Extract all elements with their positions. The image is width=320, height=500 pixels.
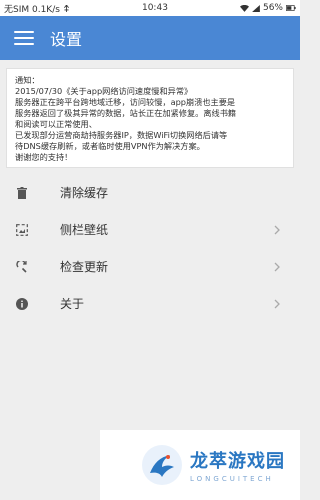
trash-icon bbox=[16, 186, 28, 199]
wifi-icon bbox=[239, 4, 249, 12]
notice-line: 和阅读可以正常使用、 bbox=[15, 119, 97, 129]
menu-item-about[interactable]: 关于 bbox=[0, 285, 300, 322]
menu-item-check-update[interactable]: 检查更新 bbox=[0, 248, 300, 285]
hamburger-icon[interactable] bbox=[14, 31, 34, 45]
carrier-text: 无SIM 0.1K/s bbox=[4, 4, 60, 15]
info-icon bbox=[16, 297, 28, 310]
chevron-right-icon bbox=[272, 225, 282, 235]
notice-line: 2015/07/30《关于app网络访问速度慢和异常》 bbox=[15, 86, 193, 96]
signal-icon bbox=[252, 4, 260, 12]
menu-item-clear-cache[interactable]: 清除缓存 bbox=[0, 174, 300, 211]
notice-line: 通知： bbox=[15, 75, 40, 85]
settings-menu: 清除缓存 侧栏壁纸 检查更新 关于 bbox=[0, 174, 300, 322]
battery-text: 56% bbox=[262, 3, 283, 13]
refresh-search-icon bbox=[16, 260, 28, 273]
notice-line: 服务器正在跨平台跨地域迁移，访问较慢，app崩溃也主要是 bbox=[15, 97, 236, 107]
menu-item-label: 检查更新 bbox=[60, 260, 109, 274]
notice-line: 服务器返回了极其异常的数据，站长正在加紧修复。离线书籍 bbox=[15, 108, 237, 118]
chevron-right-icon bbox=[272, 299, 282, 309]
chevron-right-icon bbox=[272, 262, 282, 272]
usb-icon bbox=[64, 4, 69, 12]
menu-item-sidebar-wallpaper[interactable]: 侧栏壁纸 bbox=[0, 211, 300, 248]
menu-item-label: 侧栏壁纸 bbox=[60, 223, 109, 237]
notice-card: 通知： 2015/07/30《关于app网络访问速度慢和异常》 服务器正在跨平台… bbox=[6, 68, 294, 168]
watermark-title: 龙萃游戏园 bbox=[190, 451, 285, 472]
watermark-subtitle: LONGCUITECH bbox=[190, 475, 274, 483]
wallpaper-icon bbox=[16, 223, 28, 236]
menu-item-label: 清除缓存 bbox=[60, 186, 109, 200]
page-title: 设置 bbox=[50, 30, 83, 49]
clock-text: 10:43 bbox=[141, 3, 168, 13]
notice-line: 谢谢您的支持！ bbox=[15, 152, 73, 162]
app-bar: 设置 bbox=[0, 16, 300, 60]
watermark: 龙萃游戏园 LONGCUITECH bbox=[100, 430, 300, 500]
menu-item-label: 关于 bbox=[60, 297, 85, 311]
status-bar: 无SIM 0.1K/s 10:43 56% bbox=[0, 0, 300, 16]
dragon-logo-icon bbox=[142, 445, 182, 485]
notice-line: 待DNS缓存刷新，或者临时使用VPN作为解决方案。 bbox=[15, 141, 205, 151]
battery-icon bbox=[285, 5, 296, 11]
notice-line: 已发现部分运营商劫持服务器IP，数据WiFi切换网络后请等 bbox=[15, 130, 228, 140]
